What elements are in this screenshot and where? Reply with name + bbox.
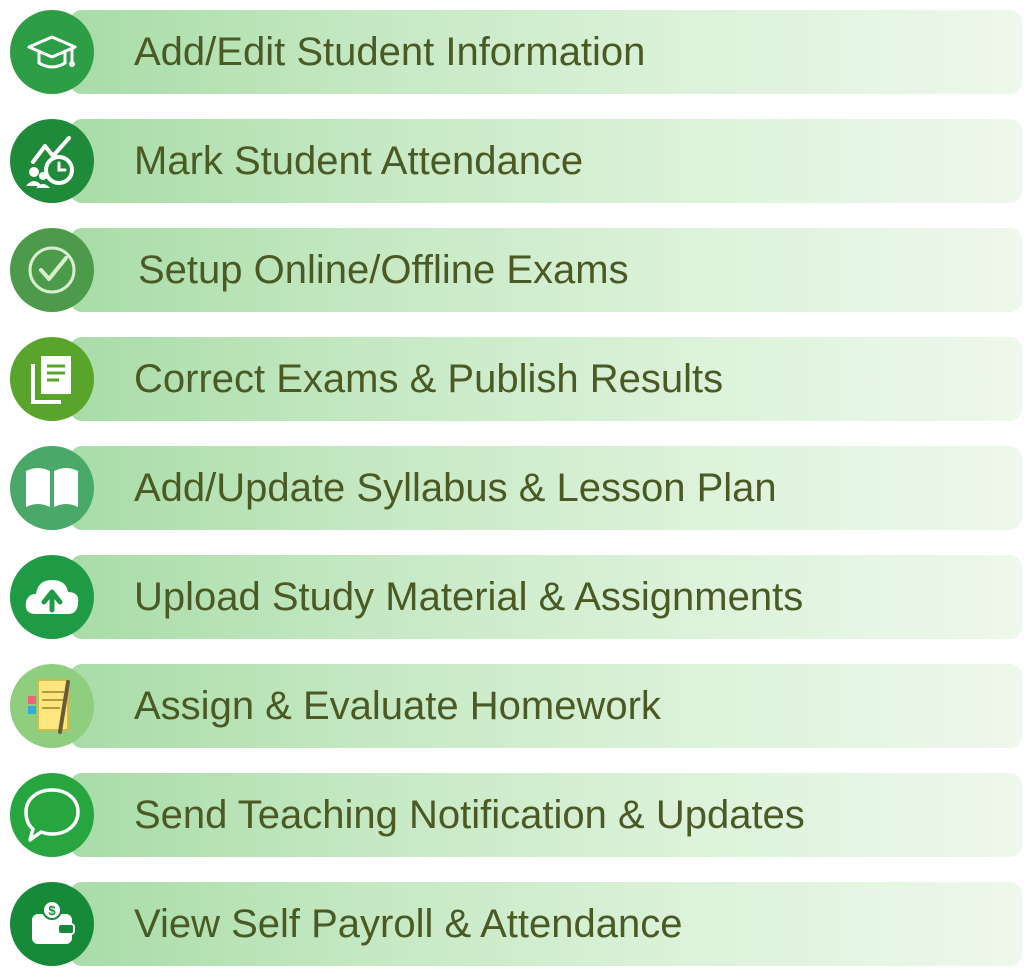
- cloud-upload-icon: [10, 555, 94, 639]
- feature-item-student-information[interactable]: Add/Edit Student Information: [10, 6, 1022, 98]
- feature-item-exams-setup[interactable]: Setup Online/Offline Exams: [10, 224, 1022, 316]
- feature-label: Setup Online/Offline Exams: [138, 247, 629, 292]
- wallet-icon: $: [10, 882, 94, 966]
- graduation-cap-icon: [10, 10, 94, 94]
- feature-label: Mark Student Attendance: [134, 138, 584, 183]
- feature-label: Correct Exams & Publish Results: [134, 356, 724, 401]
- feature-item-payroll[interactable]: $ View Self Payroll & Attendance: [10, 878, 1022, 970]
- feature-item-notifications[interactable]: Send Teaching Notification & Updates: [10, 769, 1022, 861]
- feature-item-syllabus[interactable]: Add/Update Syllabus & Lesson Plan: [10, 442, 1022, 534]
- feature-label: View Self Payroll & Attendance: [134, 901, 683, 946]
- chat-bubble-icon: [10, 773, 94, 857]
- feature-item-homework[interactable]: Assign & Evaluate Homework: [10, 660, 1022, 752]
- svg-text:$: $: [48, 903, 56, 918]
- documents-icon: [10, 337, 94, 421]
- attendance-clock-icon: [10, 119, 94, 203]
- feature-label: Upload Study Material & Assignments: [134, 574, 804, 619]
- notepad-pencil-icon: [10, 664, 94, 748]
- feature-label: Assign & Evaluate Homework: [134, 683, 661, 728]
- feature-item-study-material[interactable]: Upload Study Material & Assignments: [10, 551, 1022, 643]
- feature-label: Send Teaching Notification & Updates: [134, 792, 805, 837]
- feature-label: Add/Edit Student Information: [134, 29, 646, 74]
- check-circle-icon: [10, 228, 94, 312]
- open-book-icon: [10, 446, 94, 530]
- feature-item-attendance[interactable]: Mark Student Attendance: [10, 115, 1022, 207]
- feature-item-correct-exams[interactable]: Correct Exams & Publish Results: [10, 333, 1022, 425]
- feature-label: Add/Update Syllabus & Lesson Plan: [134, 465, 777, 510]
